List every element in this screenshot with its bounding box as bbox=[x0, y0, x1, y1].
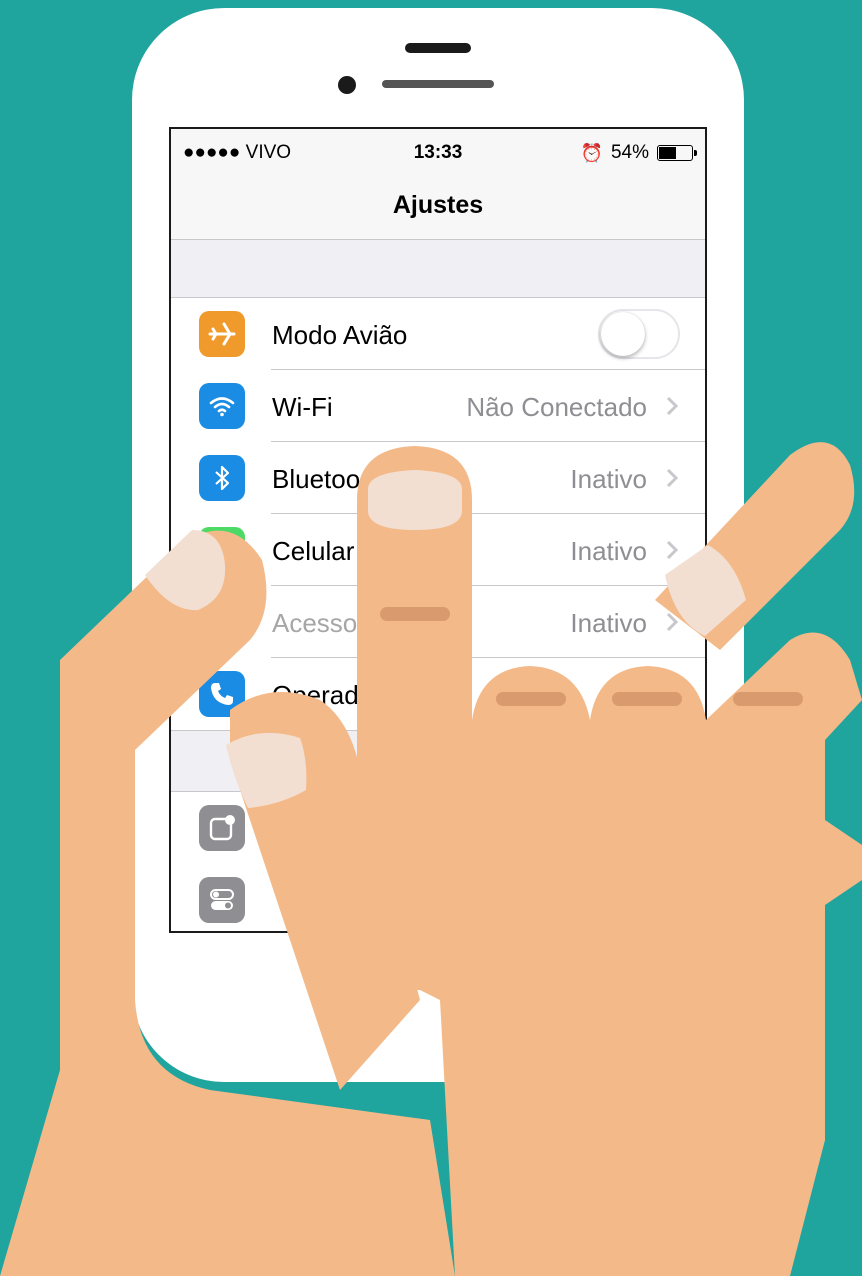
hand-illustration bbox=[0, 442, 862, 1276]
illustration: ●●●●● VIVO 13:33 ⏰ 54% Ajustes Modo Aviã… bbox=[0, 0, 862, 1276]
